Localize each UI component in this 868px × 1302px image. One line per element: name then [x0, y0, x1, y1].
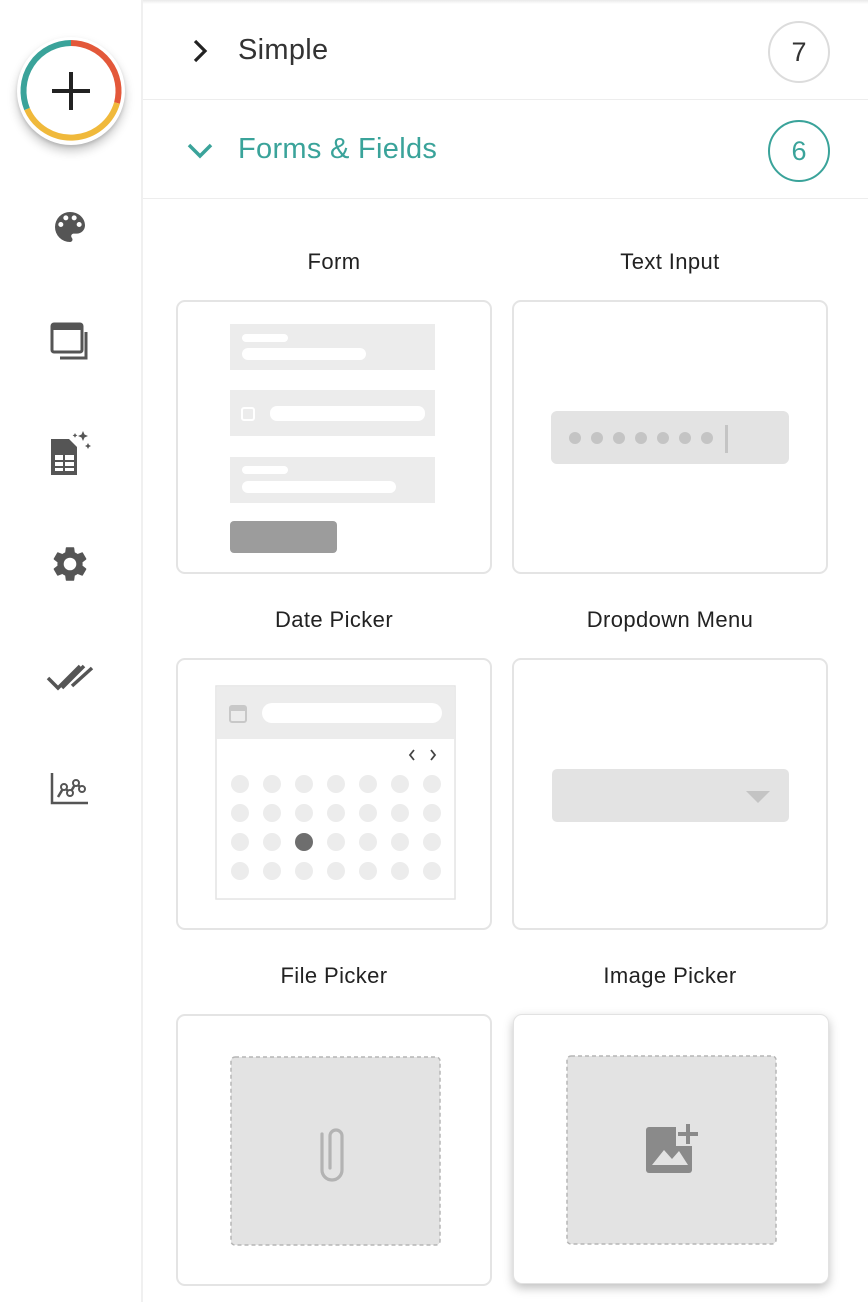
date-picker-component-card[interactable] [176, 658, 492, 930]
text-input-preview [551, 411, 789, 464]
section-title: Simple [238, 34, 329, 66]
add-icon [20, 40, 122, 141]
component-label-dropdown-menu: Dropdown Menu [586, 607, 754, 632]
component-label-file-picker: File Picker [280, 963, 388, 988]
section-title: Forms & Fields [238, 133, 438, 165]
component-label-date-picker: Date Picker [274, 607, 394, 632]
image-picker-component-card[interactable] [513, 1014, 829, 1284]
form-component-card[interactable] [176, 300, 492, 574]
chevron-right-icon [193, 39, 208, 63]
component-label-text-input: Text Input [620, 249, 720, 274]
add-component-button[interactable] [17, 37, 125, 145]
section-count-badge: 6 [768, 120, 830, 182]
file-picker-component-card[interactable] [176, 1014, 492, 1286]
chevron-down-icon [187, 143, 213, 159]
data-sheet-icon[interactable] [45, 429, 95, 479]
component-label-image-picker: Image Picker [603, 963, 737, 988]
screens-icon[interactable] [45, 317, 95, 367]
image-picker-preview [566, 1055, 777, 1245]
section-count-badge: 7 [768, 21, 830, 83]
component-label-form: Form [307, 249, 361, 274]
analytics-icon[interactable] [45, 764, 95, 814]
form-preview [230, 324, 435, 553]
settings-icon[interactable] [45, 539, 95, 589]
file-picker-preview [230, 1056, 441, 1246]
dropdown-preview [552, 769, 789, 822]
checks-icon[interactable] [45, 652, 95, 702]
left-toolbar [0, 0, 141, 1302]
section-forms-fields[interactable]: Forms & Fields 6 [143, 101, 868, 199]
text-input-component-card[interactable] [512, 300, 828, 574]
date-picker-preview [215, 685, 456, 900]
section-simple[interactable]: Simple 7 [143, 2, 868, 100]
dropdown-menu-component-card[interactable] [512, 658, 828, 930]
palette-icon[interactable] [45, 202, 95, 252]
